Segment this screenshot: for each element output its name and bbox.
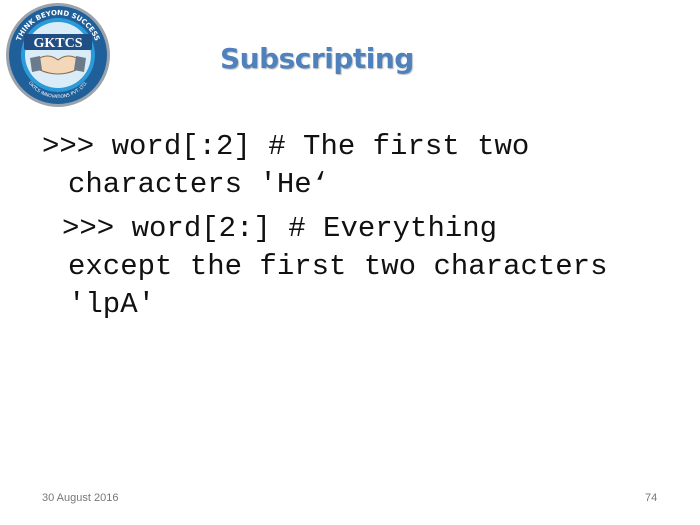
code-line-2-continued: except the first two characters [68, 250, 608, 283]
gktcs-logo: GKTCS THINK BEYOND SUCCESS GKTCS INNOVAT… [0, 0, 115, 110]
logo-brand-text: GKTCS [33, 36, 82, 51]
footer-date: 30 August 2016 [42, 492, 119, 504]
slide: GKTCS THINK BEYOND SUCCESS GKTCS INNOVAT… [0, 0, 700, 525]
code-line-2-result: 'lpA' [68, 288, 156, 321]
code-line-1-continued: characters 'He‘ [68, 168, 330, 201]
slide-title: Subscripting [220, 42, 414, 75]
page-number: 74 [645, 492, 658, 504]
code-line-2: >>> word[2:] # Everything [62, 212, 498, 245]
code-line-1: >>> word[:2] # The first two [42, 130, 530, 163]
